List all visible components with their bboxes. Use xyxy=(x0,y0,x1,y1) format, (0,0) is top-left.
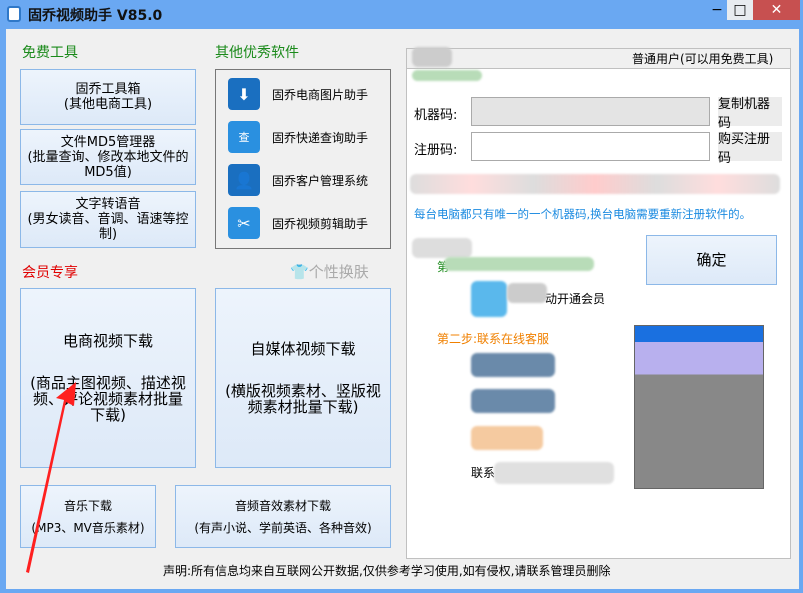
red-annotation-arrow xyxy=(26,382,76,573)
